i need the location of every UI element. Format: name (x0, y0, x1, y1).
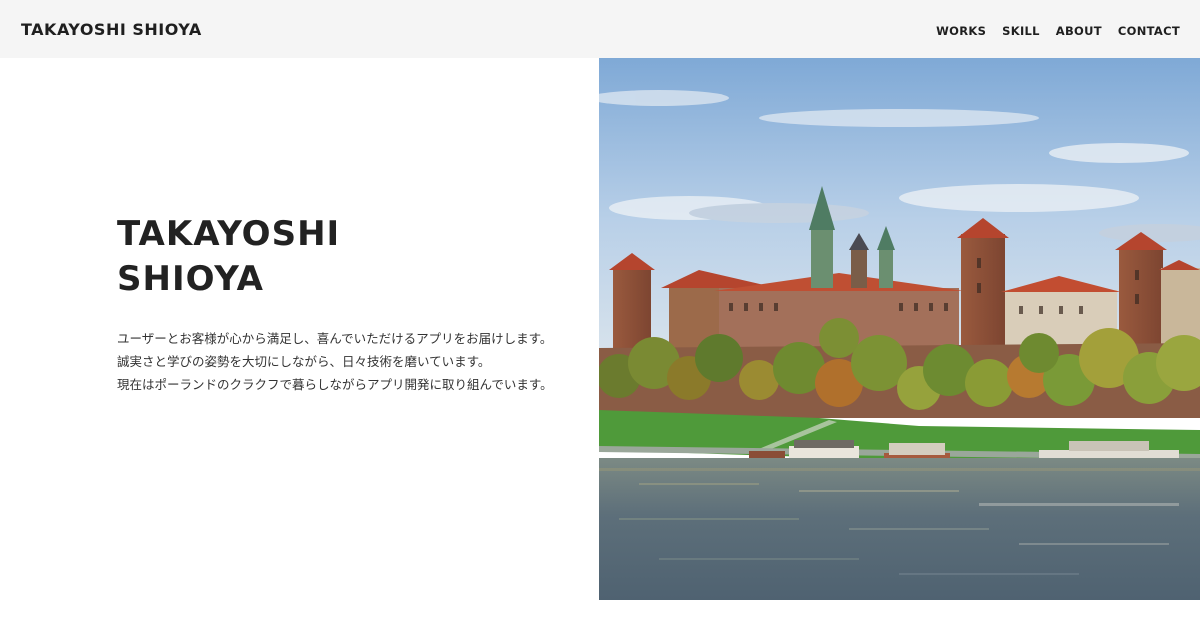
hero-description-line-2: 誠実さと学びの姿勢を大切にしながら、日々技術を磨いています。 (117, 354, 491, 369)
nav-link-skill[interactable]: SKILL (1002, 24, 1040, 38)
nav-item-works: WORKS (936, 20, 986, 39)
nav-item-about: ABOUT (1056, 20, 1102, 39)
hero-title: TAKAYOSHI SHIOYA (117, 212, 577, 302)
hero-description: ユーザーとお客様が心から満足し、喜んでいただけるアプリをお届けします。 誠実さと… (117, 327, 577, 396)
hero-photo-wawel-castle (599, 58, 1200, 600)
hero-description-line-1: ユーザーとお客様が心から満足し、喜んでいただけるアプリをお届けします。 (117, 331, 553, 346)
nav-item-skill: SKILL (1002, 20, 1040, 39)
nav-item-contact: CONTACT (1118, 20, 1180, 39)
site-header: TAKAYOSHI SHIOYA WORKS SKILL ABOUT CONTA… (0, 0, 1200, 58)
nav-link-works[interactable]: WORKS (936, 24, 986, 38)
hero-title-line-2: SHIOYA (117, 259, 264, 299)
hero-intro: TAKAYOSHI SHIOYA ユーザーとお客様が心から満足し、喜んでいただけ… (117, 212, 577, 396)
nav-menu: WORKS SKILL ABOUT CONTACT (936, 20, 1180, 39)
site-logo[interactable]: TAKAYOSHI SHIOYA (21, 20, 202, 39)
nav-link-about[interactable]: ABOUT (1056, 24, 1102, 38)
hero-description-line-3: 現在はポーランドのクラクフで暮らしながらアプリ開発に取り組んでいます。 (117, 377, 553, 392)
hero-title-line-1: TAKAYOSHI (117, 214, 341, 254)
castle-river-illustration (599, 58, 1200, 600)
nav-link-contact[interactable]: CONTACT (1118, 24, 1180, 38)
